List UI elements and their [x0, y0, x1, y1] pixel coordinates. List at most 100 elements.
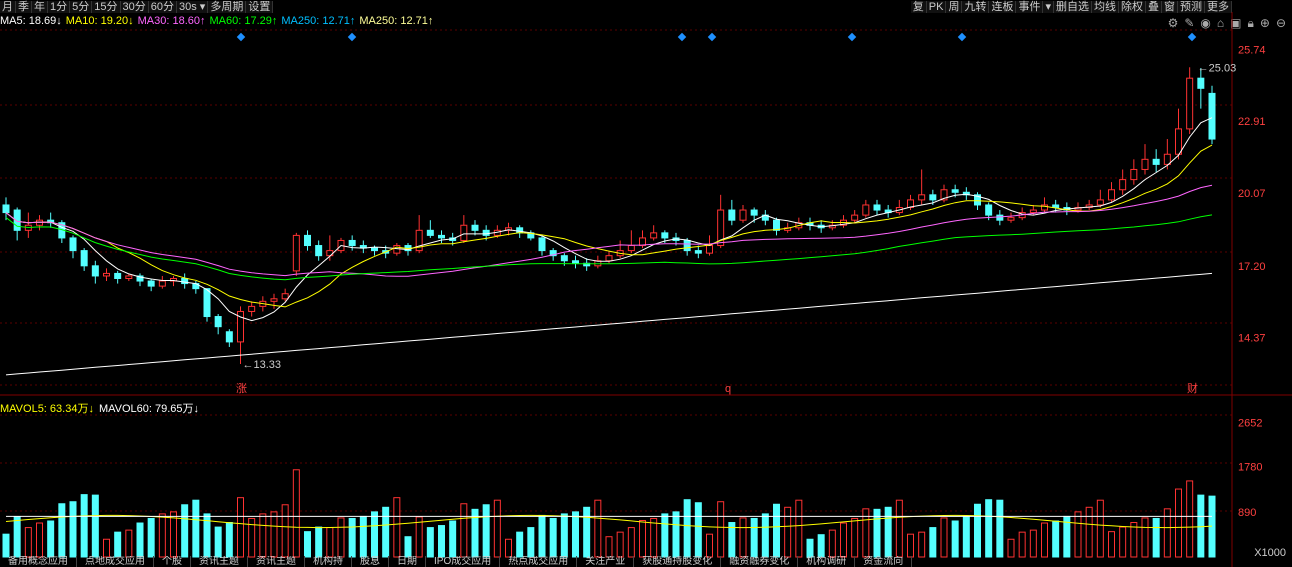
volume-bar: [884, 506, 892, 558]
volume-bar: [47, 520, 55, 558]
candle-body: [706, 245, 713, 254]
candle-body: [80, 250, 88, 267]
ma250-line: [5, 272, 1213, 376]
volume-bar: [426, 527, 434, 558]
candle-body: [203, 288, 211, 318]
candle-body: [627, 245, 635, 252]
candle-body: [538, 237, 546, 252]
volume-bar: [382, 506, 390, 558]
event-marker-icon: [1187, 32, 1197, 42]
volume-bar: [259, 513, 267, 558]
volume-bar: [170, 511, 177, 558]
volume-bar: [996, 499, 1004, 558]
event-marker-icon: [236, 32, 246, 42]
event-marker-label: 财: [1187, 381, 1198, 395]
volume-bar: [817, 534, 825, 558]
volume-bar: [270, 511, 278, 558]
price-axis-label: 14.37: [1238, 333, 1266, 345]
volume-bar: [560, 513, 568, 558]
candle-body: [36, 219, 43, 226]
candle-body: [91, 265, 99, 277]
volume-bar: [907, 533, 914, 558]
candle-body: [1052, 204, 1060, 208]
volume-bar: [851, 517, 859, 558]
volume-bar: [114, 531, 122, 558]
volume-bar: [516, 531, 524, 558]
volume-bar: [583, 506, 591, 558]
candle-body: [985, 204, 993, 216]
kline-chart[interactable]: 25.74 22.91 20.07 17.20 14.37 2652 1780 890 ←25.…: [0, 0, 1292, 567]
bottom-tab[interactable]: IPO成交应用: [426, 556, 501, 567]
event-marker-icon: [957, 32, 967, 42]
bottom-tab[interactable]: 关注产业: [577, 556, 635, 567]
volume-bar: [460, 503, 468, 558]
volume-bar: [337, 517, 345, 558]
volume-bar: [1018, 531, 1026, 558]
ma5-line: [5, 117, 1213, 322]
bottom-tab[interactable]: 股息: [352, 556, 389, 567]
volume-bar: [761, 513, 769, 558]
volume-bar: [661, 513, 669, 558]
candle-body: [996, 214, 1004, 221]
bottom-tab[interactable]: 获股通持股变化: [634, 556, 722, 567]
bottom-tab[interactable]: 个股: [154, 556, 191, 567]
volume-bar: [918, 531, 926, 558]
candle-body: [560, 255, 568, 262]
volume-bar: [292, 469, 300, 558]
volume-bar: [683, 499, 691, 558]
volume-bar: [795, 499, 803, 558]
candle-body: [1119, 179, 1127, 191]
candle-body: [851, 214, 859, 221]
volume-axis-label: 1780: [1238, 462, 1262, 474]
volume-bar: [1108, 531, 1115, 558]
bottom-tab[interactable]: 日期: [389, 556, 426, 567]
volume-bar: [1096, 499, 1104, 558]
volume-bar: [24, 527, 32, 558]
volume-bar: [359, 515, 367, 558]
volume-bar: [650, 517, 658, 558]
candle-body: [482, 229, 490, 236]
candle-body: [873, 204, 881, 211]
volume-bar: [192, 499, 200, 558]
candle-body: [214, 316, 222, 328]
bottom-tab[interactable]: 热点成交应用: [500, 556, 578, 567]
bottom-tab[interactable]: 备用概念应用: [0, 556, 77, 567]
candle-body: [1130, 168, 1138, 181]
candle-body: [348, 239, 356, 247]
volume-bar: [594, 499, 602, 558]
bottom-tab[interactable]: 资讯主题: [248, 556, 305, 567]
bottom-tab[interactable]: 资金流向: [855, 556, 913, 567]
bottom-tab[interactable]: 融资融券变化: [721, 556, 799, 567]
candle-body: [248, 305, 256, 312]
candle-body: [438, 234, 445, 239]
volume-bar: [1186, 480, 1194, 558]
volume-bar: [639, 519, 646, 558]
candle-body: [1175, 128, 1182, 155]
volume-bar: [929, 527, 937, 558]
candle-body: [225, 331, 233, 343]
volume-bar: [348, 517, 356, 558]
candle-body: [1152, 158, 1160, 165]
volume-bar: [538, 514, 546, 558]
volume-bar: [281, 504, 289, 558]
bottom-tab[interactable]: 点地成交应用: [77, 556, 154, 567]
volume-unit-label: X1000: [1254, 547, 1286, 559]
volume-bar: [158, 513, 166, 558]
volume-bar: [840, 522, 847, 558]
volume-bar: [739, 517, 747, 558]
volume-bar: [371, 511, 378, 558]
volume-bar: [694, 502, 702, 558]
volume-bar: [237, 497, 244, 558]
volume-bar: [1052, 520, 1060, 558]
event-marker-icon: [347, 32, 357, 42]
bottom-tab[interactable]: 资讯主题: [191, 556, 248, 567]
candle-body: [270, 298, 278, 302]
volume-bar: [136, 522, 144, 558]
volume-bar: [1197, 494, 1205, 558]
price-axis-label: 20.07: [1238, 188, 1266, 200]
bottom-tab[interactable]: 机构持: [305, 556, 352, 567]
bottom-tab[interactable]: 机构调研: [798, 556, 856, 567]
event-marker-icon: [847, 32, 857, 42]
volume-bar: [482, 504, 490, 558]
volume-bar: [1041, 522, 1048, 558]
